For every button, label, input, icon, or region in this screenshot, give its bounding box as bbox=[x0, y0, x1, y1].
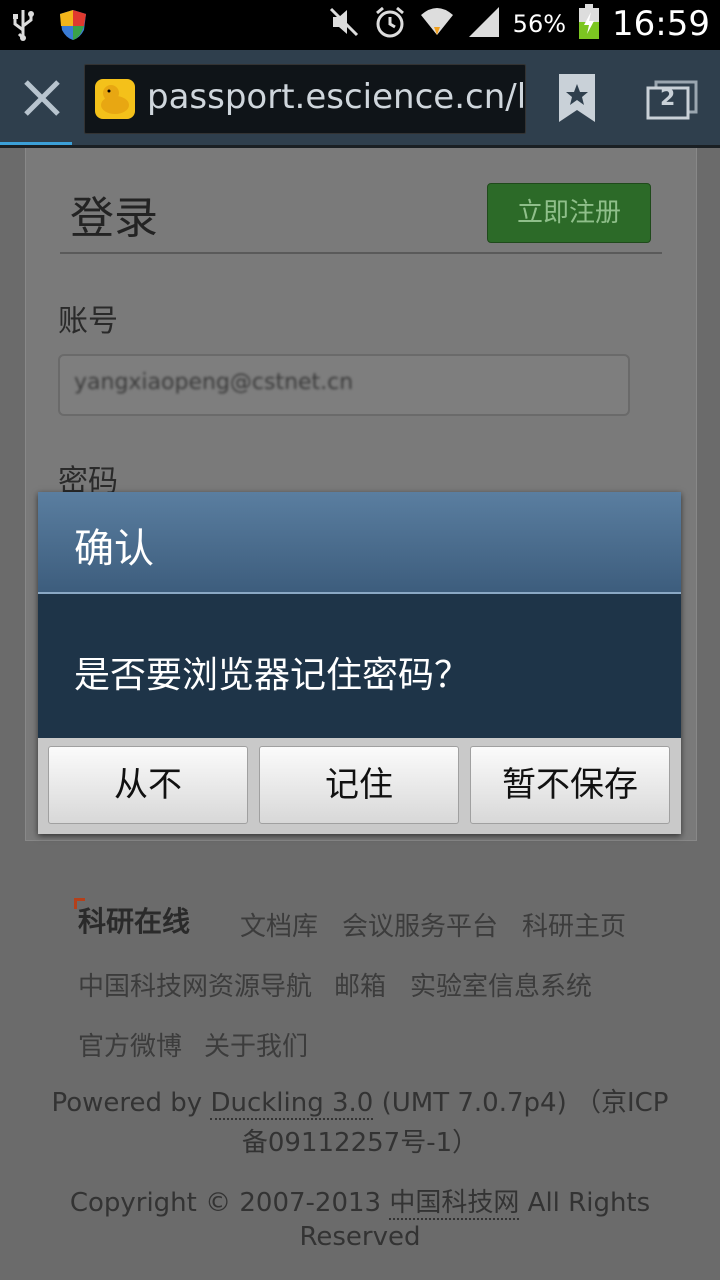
confirm-dialog: 确认 是否要浏览器记住密码？ 从不 记住 暂不保存 bbox=[38, 492, 681, 834]
browser-toolbar: passport.escience.cn/l 2 bbox=[0, 50, 720, 146]
dialog-message: 是否要浏览器记住密码？ bbox=[74, 655, 471, 696]
account-input[interactable]: yangxiaopeng@cstnet.cn bbox=[58, 354, 630, 416]
not-now-button[interactable]: 暂不保存 bbox=[470, 746, 670, 824]
never-button[interactable]: 从不 bbox=[48, 746, 248, 824]
footer-link-meeting[interactable]: 会议服务平台 bbox=[342, 906, 498, 943]
duckling-link[interactable]: Duckling 3.0 bbox=[210, 1088, 374, 1120]
url-text: passport.escience.cn/l bbox=[147, 77, 526, 117]
remember-button[interactable]: 记住 bbox=[259, 746, 459, 824]
footer-link-nav[interactable]: 中国科技网资源导航 bbox=[78, 966, 312, 1003]
alarm-icon bbox=[373, 5, 407, 43]
footer-link-lab[interactable]: 实验室信息系统 bbox=[410, 966, 592, 1003]
status-bar: 56% 16:59 bbox=[0, 0, 720, 50]
copyright-suffix: All Rights bbox=[519, 1188, 651, 1218]
footer-logo[interactable]: 科研在线 bbox=[78, 900, 190, 940]
divider bbox=[60, 252, 662, 254]
dialog-header: 确认 bbox=[38, 492, 681, 594]
dialog-buttons: 从不 记住 暂不保存 bbox=[38, 738, 681, 834]
page-title: 登录 bbox=[70, 193, 158, 244]
signal-icon bbox=[467, 5, 501, 43]
tab-count: 2 bbox=[660, 86, 676, 111]
powered-by-line: Powered by Duckling 3.0 (UMT 7.0.7p4) （京… bbox=[0, 1082, 720, 1120]
shield-icon bbox=[58, 8, 88, 46]
register-button[interactable]: 立即注册 bbox=[487, 183, 651, 243]
icp-line: 备09112257号-1） bbox=[241, 1128, 479, 1158]
mute-icon bbox=[327, 5, 361, 43]
battery-percent: 56% bbox=[512, 10, 567, 38]
tabs-icon[interactable]: 2 bbox=[646, 80, 698, 124]
account-value: yangxiaopeng@cstnet.cn bbox=[74, 370, 354, 395]
powered-prefix: Powered by bbox=[51, 1088, 211, 1118]
wifi-icon bbox=[419, 5, 455, 43]
reserved-line: Reserved bbox=[299, 1222, 421, 1252]
dialog-title: 确认 bbox=[74, 526, 154, 572]
battery-charging-icon bbox=[578, 4, 600, 44]
bookmark-icon[interactable] bbox=[557, 72, 597, 128]
usb-icon bbox=[10, 8, 36, 46]
account-label: 账号 bbox=[58, 304, 118, 339]
footer-link-docs[interactable]: 文档库 bbox=[240, 906, 318, 943]
footer-link-mail[interactable]: 邮箱 bbox=[334, 966, 386, 1003]
powered-suffix: (UMT 7.0.7p4) （京ICP bbox=[373, 1088, 669, 1118]
footer-link-homepage[interactable]: 科研主页 bbox=[522, 906, 626, 943]
footer-link-weibo[interactable]: 官方微博 bbox=[78, 1026, 182, 1063]
dialog-body: 是否要浏览器记住密码？ bbox=[38, 594, 681, 738]
site-favicon-icon bbox=[95, 79, 135, 119]
copyright-line: Copyright © 2007-2013 中国科技网 All Rights bbox=[0, 1182, 720, 1220]
clock: 16:59 bbox=[612, 4, 710, 44]
cstnet-link[interactable]: 中国科技网 bbox=[389, 1188, 520, 1220]
footer-link-about[interactable]: 关于我们 bbox=[204, 1026, 308, 1063]
copyright-prefix: Copyright © 2007-2013 bbox=[69, 1188, 390, 1218]
url-bar[interactable]: passport.escience.cn/l bbox=[84, 64, 526, 134]
close-icon[interactable] bbox=[20, 76, 64, 120]
